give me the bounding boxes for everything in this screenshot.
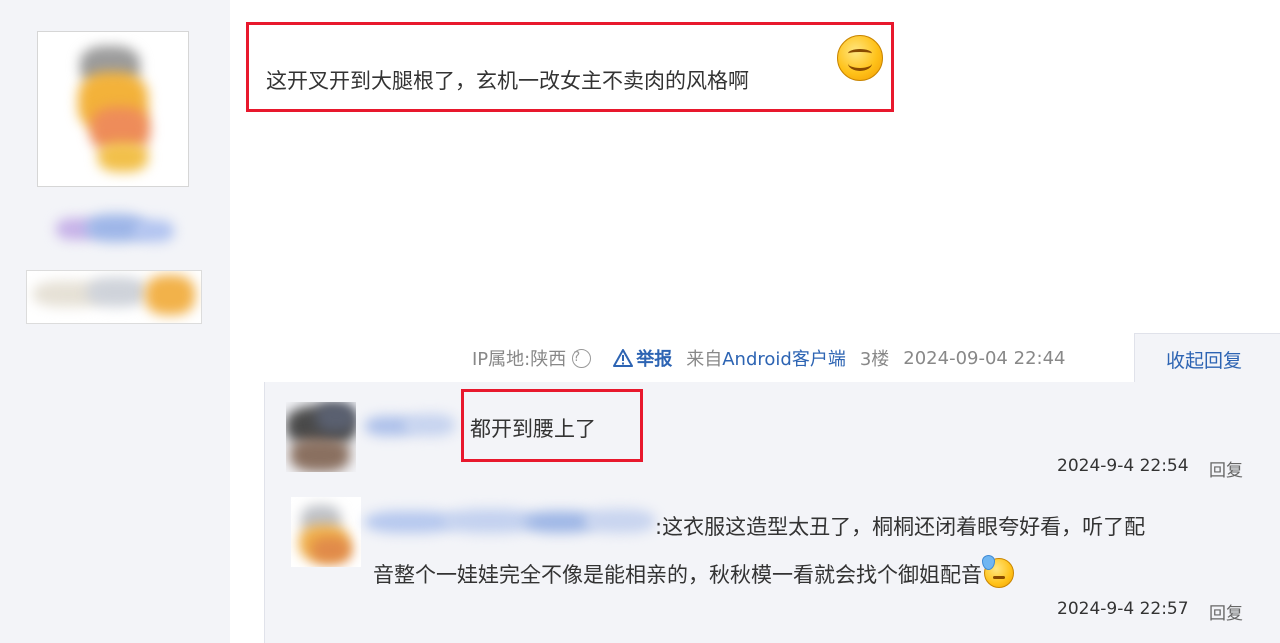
warning-icon[interactable] [613, 349, 634, 367]
from-prefix: 来自 [686, 349, 723, 370]
ip-location: IP属地:陕西 [472, 349, 567, 370]
post-meta: IP属地:陕西 ? 举报 来自 Android客户端 3楼 2024-09-04… [472, 345, 1065, 371]
reply-username[interactable] [365, 412, 461, 438]
help-icon[interactable]: ? [572, 348, 592, 368]
reply-time: 2024-9-4 22:54 [1057, 456, 1189, 476]
post-time: 2024-09-04 22:44 [903, 347, 1066, 369]
reply-username[interactable] [365, 507, 655, 533]
reply-avatar[interactable] [286, 402, 356, 472]
reply-button[interactable]: 回复 [1209, 456, 1243, 481]
reply-toggle-tab[interactable]: 收起回复 [1134, 333, 1280, 383]
reply-avatar[interactable] [291, 497, 361, 567]
author-badge [26, 270, 202, 324]
report-link[interactable]: 举报 [636, 345, 672, 371]
reply-text-line2: 音整个一娃娃完全不像是能相亲的，秋秋模一看就会找个御姐配音 [373, 555, 1014, 589]
reply-text-line1: :这衣服这造型太丑了，桐桐还闭着眼夸好看，听了配 [655, 515, 1146, 539]
reply-text-line2-content: 音整个一娃娃完全不像是能相亲的，秋秋模一看就会找个御姐配音 [373, 563, 982, 587]
author-avatar[interactable] [37, 31, 189, 187]
reply-panel: 都开到腰上了 2024-9-4 22:54 回复 :这衣服这造型太丑了，桐桐还闭… [264, 382, 1280, 643]
collapse-replies-link[interactable]: 收起回复 [1166, 346, 1242, 373]
client-link[interactable]: Android客户端 [722, 345, 846, 371]
author-sidebar [0, 0, 230, 643]
reply-button[interactable]: 回复 [1209, 599, 1243, 624]
post-text: 这开叉开到大腿根了，玄机一改女主不卖肉的风格啊 [266, 69, 749, 93]
sweat-emoji-icon [982, 555, 1014, 588]
reply-time: 2024-9-4 22:57 [1057, 599, 1189, 619]
floor-number: 3楼 [859, 349, 890, 370]
post-content-highlight: 这开叉开到大腿根了，玄机一改女主不卖肉的风格啊 [246, 22, 894, 112]
reply-text: 都开到腰上了 [470, 417, 596, 441]
smile-emoji-icon [837, 35, 883, 81]
author-name[interactable] [56, 212, 176, 248]
